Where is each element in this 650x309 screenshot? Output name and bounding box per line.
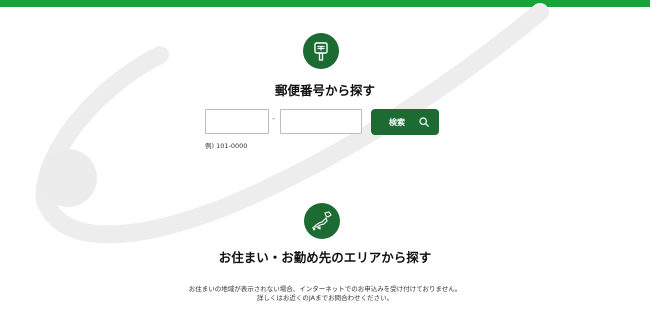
zip-separator: -: [272, 114, 275, 123]
decor-circle: [39, 149, 97, 207]
zip-code-example: 例) 101-0000: [205, 142, 248, 150]
area-search-heading: お住まい・お勤め先のエリアから探す: [218, 250, 432, 265]
zip-code-second-input[interactable]: [280, 109, 362, 134]
search-button[interactable]: 検索: [371, 109, 439, 135]
japan-map-icon: [311, 211, 332, 231]
zip-code-first-input[interactable]: [205, 109, 269, 134]
top-brand-bar: [0, 0, 650, 7]
postbox-icon-badge: [303, 33, 339, 69]
search-button-label: 検索: [389, 117, 405, 127]
postbox-icon: [314, 42, 328, 61]
postal-code-heading: 郵便番号から探す: [274, 83, 375, 98]
search-icon: [419, 117, 429, 127]
japan-map-icon-badge: [304, 203, 340, 239]
area-note-line2: 詳しくはお近くのJAまでお問合わせください。: [256, 294, 394, 302]
